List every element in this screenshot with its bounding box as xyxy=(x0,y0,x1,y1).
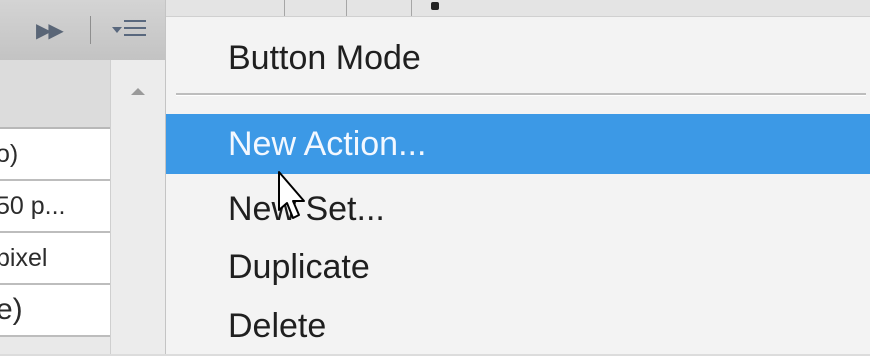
strip-divider xyxy=(346,0,347,16)
panel-menu-arrow-icon xyxy=(112,27,122,33)
menu-item-label: Button Mode xyxy=(228,39,421,77)
menu-item-new-set[interactable]: New Set... xyxy=(166,179,870,239)
scrollbar[interactable] xyxy=(110,60,166,354)
list-item-text: o) xyxy=(0,140,19,168)
menu-item-button-mode[interactable]: Button Mode xyxy=(166,28,870,88)
list-item-text: 50 p... xyxy=(0,192,66,220)
actions-panel: ▶▶ o) 50 p... pixel e) xyxy=(0,0,166,354)
panel-menu-line xyxy=(124,20,146,22)
list-item-text: e) xyxy=(0,293,23,326)
header-divider xyxy=(90,16,91,44)
panel-menu-line xyxy=(124,27,146,29)
list-item-text: pixel xyxy=(0,244,48,272)
list-item[interactable]: pixel xyxy=(0,233,110,285)
list-item[interactable]: 50 p... xyxy=(0,181,110,233)
panel-menu-icon[interactable] xyxy=(104,14,152,46)
menu-item-delete[interactable]: Delete xyxy=(166,296,870,356)
panel-menu-line xyxy=(124,34,146,36)
menu-item-duplicate[interactable]: Duplicate xyxy=(166,237,870,297)
list-header-row xyxy=(0,60,110,129)
fast-forward-icon[interactable]: ▶▶ xyxy=(36,18,70,44)
mouse-cursor-icon xyxy=(278,171,305,219)
panel-header: ▶▶ xyxy=(0,0,165,61)
menu-item-label: Delete xyxy=(228,307,327,345)
strip-marker xyxy=(431,2,439,10)
list-item[interactable]: o) xyxy=(0,129,110,181)
menu-item-label: New Action... xyxy=(228,125,427,163)
menu-separator xyxy=(176,93,866,96)
menu-item-label: Duplicate xyxy=(228,248,370,286)
list-item[interactable]: e) xyxy=(0,285,110,337)
strip-divider xyxy=(284,0,285,16)
menu-top-strip xyxy=(166,0,870,17)
menu-item-new-action[interactable]: New Action... xyxy=(166,114,870,174)
scroll-up-arrow-icon[interactable] xyxy=(131,88,145,95)
strip-divider xyxy=(411,0,412,16)
flyout-menu: Button Mode New Action... New Set... Dup… xyxy=(165,0,870,354)
